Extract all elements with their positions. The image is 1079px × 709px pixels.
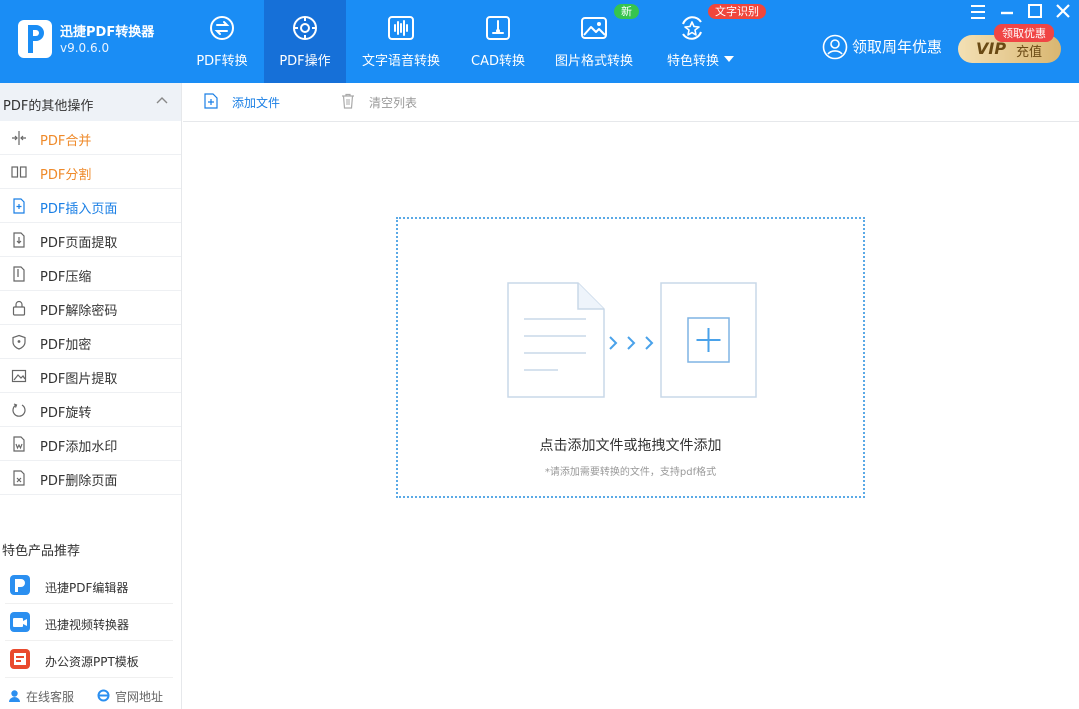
clear-list-label: 清空列表	[369, 96, 418, 110]
app-version: v9.0.6.0	[60, 41, 110, 55]
voice-wave-icon	[388, 16, 414, 40]
clear-list-button[interactable]: 清空列表	[340, 93, 418, 111]
sidebar-item-label: PDF添加水印	[40, 440, 118, 455]
sidebar-item-label: PDF合并	[40, 134, 92, 149]
headset-icon	[9, 690, 20, 702]
tab-label: PDF操作	[279, 54, 331, 69]
add-document-illustration	[507, 282, 757, 398]
new-badge: 新	[614, 4, 639, 19]
sidebar-item-extract-page[interactable]: PDF页面提取	[0, 223, 181, 257]
trash-icon	[342, 93, 354, 109]
tab-pdf-convert[interactable]: PDF转换	[186, 0, 258, 83]
file-toolbar: 添加文件 清空列表	[183, 83, 1079, 122]
sidebar-item-label: PDF插入页面	[40, 202, 118, 217]
insert-page-icon	[13, 198, 25, 214]
sidebar: PDF的其他操作 PDF合并 PDF分割 PDF插入页面 PDF页面提取 PDF…	[0, 83, 182, 709]
drop-zone-hint: *请添加需要转换的文件，支持pdf格式	[544, 467, 717, 478]
product-label: 办公资源PPT模板	[45, 655, 139, 669]
product-label: 迅捷PDF编辑器	[45, 581, 129, 595]
online-service-label: 在线客服	[26, 690, 75, 704]
sidebar-item-label: PDF解除密码	[40, 304, 118, 319]
featured-products-title: 特色产品推荐	[2, 544, 81, 559]
watermark-icon	[13, 436, 25, 452]
pdf-editor-icon	[10, 575, 30, 595]
sidebar-item-encrypt[interactable]: PDF加密	[0, 325, 181, 359]
menu-icon[interactable]	[968, 2, 988, 22]
sidebar-item-watermark[interactable]: PDF添加水印	[0, 427, 181, 461]
ocr-badge: 文字识别	[708, 4, 766, 19]
maximize-icon[interactable]	[1025, 2, 1045, 22]
sidebar-item-rotate[interactable]: PDF旋转	[0, 393, 181, 427]
online-service-link[interactable]: 在线客服	[8, 688, 74, 705]
product-ppt-template[interactable]: 办公资源PPT模板	[5, 643, 173, 678]
app-name: 迅捷PDF转换器	[60, 25, 155, 40]
tab-label: PDF转换	[196, 54, 248, 69]
browser-icon	[97, 689, 110, 702]
product-pdf-editor[interactable]: 迅捷PDF编辑器	[5, 569, 173, 604]
sidebar-item-split[interactable]: PDF分割	[0, 155, 181, 189]
pdf-convert-icon	[210, 16, 234, 40]
sidebar-item-label: PDF图片提取	[40, 372, 118, 387]
close-icon[interactable]	[1053, 2, 1073, 22]
sidebar-item-label: PDF加密	[40, 338, 92, 353]
sidebar-item-extract-image[interactable]: PDF图片提取	[0, 359, 181, 393]
logo-p-icon	[28, 25, 44, 53]
delete-page-icon	[13, 470, 25, 486]
sidebar-item-label: PDF页面提取	[40, 236, 118, 251]
user-icon	[822, 34, 848, 60]
ppt-template-icon	[10, 649, 30, 669]
add-file-button[interactable]: 添加文件	[203, 93, 281, 111]
app-logo	[18, 20, 52, 58]
drop-zone-text: 点击添加文件或拖拽文件添加	[539, 438, 722, 454]
sidebar-item-label: PDF旋转	[40, 406, 92, 421]
vip-label: 充值	[1016, 45, 1043, 60]
picture-icon	[11, 369, 27, 383]
sidebar-title: PDF的其他操作	[3, 99, 94, 114]
app-header: 迅捷PDF转换器 v9.0.6.0 PDF转换 PDF操作 文字语音转换 CAD…	[0, 0, 1079, 83]
sidebar-item-insert-page[interactable]: PDF插入页面	[0, 189, 181, 223]
compress-icon	[13, 266, 25, 282]
sidebar-item-label: PDF压缩	[40, 270, 92, 285]
split-icon	[11, 166, 27, 178]
cad-icon	[486, 16, 510, 40]
unlock-icon	[12, 300, 26, 316]
sidebar-item-unlock[interactable]: PDF解除密码	[0, 291, 181, 325]
chevron-down-icon	[724, 56, 734, 62]
star-convert-icon	[682, 16, 702, 40]
extract-page-icon	[13, 232, 25, 248]
website-link[interactable]: 官网地址	[97, 688, 163, 705]
add-file-icon	[204, 93, 218, 109]
tab-cad[interactable]: CAD转换	[462, 0, 534, 83]
chevron-up-icon[interactable]	[156, 95, 168, 107]
tab-text-voice[interactable]: 文字语音转换	[358, 0, 444, 83]
anniversary-offer-link[interactable]: 领取周年优惠	[822, 34, 943, 60]
sidebar-item-merge[interactable]: PDF合并	[0, 121, 181, 155]
tab-label: 特色转换	[666, 54, 719, 69]
sidebar-item-label: PDF删除页面	[40, 474, 118, 489]
merge-icon	[12, 131, 26, 145]
tab-pdf-operate[interactable]: PDF操作	[264, 0, 346, 83]
image-icon	[581, 17, 607, 39]
video-converter-icon	[10, 612, 30, 632]
sidebar-item-label: PDF分割	[40, 168, 92, 183]
minimize-icon[interactable]	[997, 2, 1017, 22]
sidebar-header[interactable]: PDF的其他操作	[0, 83, 181, 121]
user-link-label: 领取周年优惠	[852, 38, 943, 56]
website-label: 官网地址	[115, 690, 164, 704]
tab-label: 图片格式转换	[554, 54, 633, 69]
shield-icon	[12, 334, 26, 350]
sidebar-item-delete-page[interactable]: PDF删除页面	[0, 461, 181, 495]
tab-label: CAD转换	[471, 54, 525, 69]
vip-promo-badge: 领取优惠	[994, 24, 1054, 42]
rotate-icon	[12, 403, 26, 417]
tab-label: 文字语音转换	[361, 54, 440, 69]
product-video-converter[interactable]: 迅捷视频转换器	[5, 606, 173, 641]
file-drop-zone[interactable]: 点击添加文件或拖拽文件添加 *请添加需要转换的文件，支持pdf格式	[396, 217, 865, 498]
sidebar-item-compress[interactable]: PDF压缩	[0, 257, 181, 291]
product-label: 迅捷视频转换器	[45, 618, 130, 632]
add-file-label: 添加文件	[232, 96, 281, 110]
pdf-operate-icon	[293, 16, 317, 40]
